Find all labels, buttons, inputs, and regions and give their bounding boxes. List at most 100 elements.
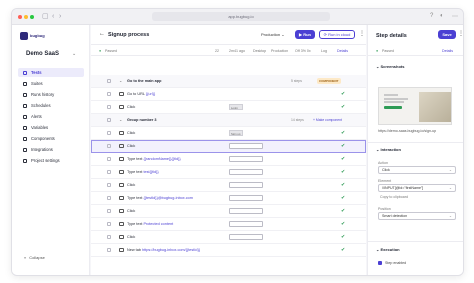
more-icon[interactable]: ⋮ (359, 30, 365, 37)
collapse-button[interactable]: « Collapse (24, 255, 45, 260)
address-bar[interactable]: app.bugbug.io (152, 12, 330, 21)
execution-heading[interactable]: ⌄ Execution (376, 247, 400, 252)
keyboard-icon (119, 196, 124, 200)
table-row[interactable]: Type text {{randomName}}{{tld}} ✔ (91, 153, 366, 166)
row-checkbox[interactable] (107, 235, 111, 239)
cursor-icon (119, 144, 124, 148)
element-thumbnail[interactable]: Login (229, 104, 243, 110)
check-icon: ✔ (341, 221, 346, 227)
cursor-icon (119, 131, 124, 135)
environment-select[interactable]: Production ⌄ (261, 32, 285, 37)
shot-button (384, 106, 402, 109)
row-checkbox[interactable] (107, 118, 111, 122)
element-thumbnail[interactable] (229, 143, 263, 149)
row-checkbox[interactable] (107, 209, 111, 213)
row-checkbox[interactable] (107, 183, 111, 187)
table-row[interactable]: Click Login ✔ (91, 101, 366, 114)
table-row[interactable]: Click ✔ (91, 179, 366, 192)
step-label: Click (127, 144, 136, 148)
forward-icon[interactable]: › (59, 13, 61, 21)
row-checkbox[interactable] (107, 248, 111, 252)
row-checkbox[interactable] (107, 196, 111, 200)
run-button[interactable]: ▶ Run (295, 30, 315, 39)
sidebar-item-components[interactable]: Components (18, 134, 84, 143)
make-component-button[interactable]: + Make component (313, 118, 342, 122)
step-group[interactable]: ⌄ Go to the main app 5 steps COMPONENT (91, 75, 366, 88)
logo-text: bugbug (30, 33, 45, 38)
table-row-selected[interactable]: Click ✔ (91, 140, 366, 153)
position-select[interactable]: Smart detection ⌄ (378, 212, 456, 220)
screenshot-url[interactable]: https://demo-saas.bugbug.io/sign-up (378, 129, 436, 133)
page-title[interactable]: Signup process (108, 32, 149, 38)
sidebar-item-runs-history[interactable]: Runs history (18, 90, 84, 99)
element-thumbnail[interactable]: Sign up (229, 130, 243, 136)
sidebar-item-suites[interactable]: Suites (18, 79, 84, 88)
component-badge: COMPONENT (317, 78, 341, 84)
row-checkbox[interactable] (107, 79, 111, 83)
table-row[interactable]: Click ✔ (91, 205, 366, 218)
run-time: 2m41 ago (229, 49, 245, 53)
table-row[interactable]: Type text {{testId}}@bugbug-inbox.com ✔ (91, 192, 366, 205)
step-label: New tab https://bugbug-inbox.com/{{testI… (127, 248, 201, 252)
help-icon[interactable]: ? (430, 13, 433, 19)
group-meta: 14 steps (291, 118, 304, 122)
check-icon: ✔ (341, 104, 346, 110)
maximize-dot[interactable] (30, 15, 34, 19)
row-checkbox[interactable] (107, 92, 111, 96)
action-select[interactable]: Click ⌄ (378, 166, 456, 174)
step-enabled-checkbox[interactable] (378, 261, 382, 265)
table-row[interactable]: New tab https://bugbug-inbox.com/{{testI… (91, 244, 366, 257)
table-row[interactable]: Click Sign up ✔ (91, 127, 366, 140)
minimize-dot[interactable] (24, 15, 28, 19)
sidebar-item-tests[interactable]: Tests (18, 68, 84, 77)
keyboard-icon (119, 222, 124, 226)
table-row[interactable]: Type text Protected content ✔ (91, 218, 366, 231)
save-button[interactable]: Save (438, 30, 456, 39)
chevron-down-icon[interactable]: ⌄ (72, 51, 76, 57)
run-in-cloud-button[interactable]: ⟳ Run in cloud (319, 30, 355, 39)
sidebar-item-alerts[interactable]: Alerts (18, 112, 84, 121)
row-checkbox[interactable] (107, 222, 111, 226)
back-arrow-icon[interactable]: ← (99, 31, 105, 37)
chevron-down-icon[interactable]: ⌄ (119, 78, 122, 83)
more-icon[interactable]: ⋮ (458, 30, 463, 37)
step-screenshot[interactable] (378, 87, 452, 125)
row-checkbox[interactable] (107, 157, 111, 161)
project-name[interactable]: Demo SaaS (26, 51, 59, 57)
screenshots-heading[interactable]: ⌄ Screenshots (376, 64, 404, 69)
row-checkbox[interactable] (107, 170, 111, 174)
step-group[interactable]: ⌄ Group number 3 14 steps + Make compone… (91, 114, 366, 127)
menu-icon[interactable]: ⋯ (452, 13, 458, 20)
element-selector-field[interactable]: //INPUT[@id="firstName"] ⌄ (378, 184, 456, 192)
chevron-down-icon[interactable]: ⌄ (119, 117, 122, 122)
interaction-heading[interactable]: ⌄ Interaction (376, 147, 401, 152)
sidebar-item-variables[interactable]: Variables (18, 123, 84, 132)
sidebar-item-schedules[interactable]: Schedules (18, 101, 84, 110)
sidebar-toggle-icon[interactable]: ▢ (42, 13, 49, 21)
element-thumbnail[interactable] (229, 156, 263, 162)
row-checkbox[interactable] (107, 144, 111, 148)
element-thumbnail[interactable] (229, 208, 263, 214)
element-thumbnail[interactable] (229, 195, 263, 201)
details-link[interactable]: Details (442, 49, 453, 53)
sidebar-item-project-settings[interactable]: Project settings (18, 156, 84, 165)
details-link[interactable]: Details (337, 49, 348, 53)
copy-clipboard-link[interactable]: Copy to clipboard (380, 195, 408, 199)
element-thumbnail[interactable] (229, 234, 263, 240)
log-link[interactable]: Log (321, 49, 327, 53)
back-icon[interactable]: ‹ (52, 13, 54, 21)
run-status-bar: ● Passed 22 2m41 ago Desktop Production … (91, 46, 366, 56)
table-row[interactable]: Go to URL {{url}} ✔ (91, 88, 366, 101)
account-icon[interactable]: ◐ (440, 13, 444, 19)
divider (368, 142, 463, 143)
close-dot[interactable] (18, 15, 22, 19)
table-row[interactable]: Type text test{{tld}} ✔ (91, 166, 366, 179)
element-thumbnail[interactable] (229, 182, 263, 188)
element-thumbnail[interactable] (229, 221, 263, 227)
table-row[interactable]: Click ✔ (91, 231, 366, 244)
sidebar-item-integrations[interactable]: Integrations (18, 145, 84, 154)
status-label: Passed (105, 49, 117, 53)
row-checkbox[interactable] (107, 131, 111, 135)
row-checkbox[interactable] (107, 105, 111, 109)
element-thumbnail[interactable] (229, 169, 263, 175)
